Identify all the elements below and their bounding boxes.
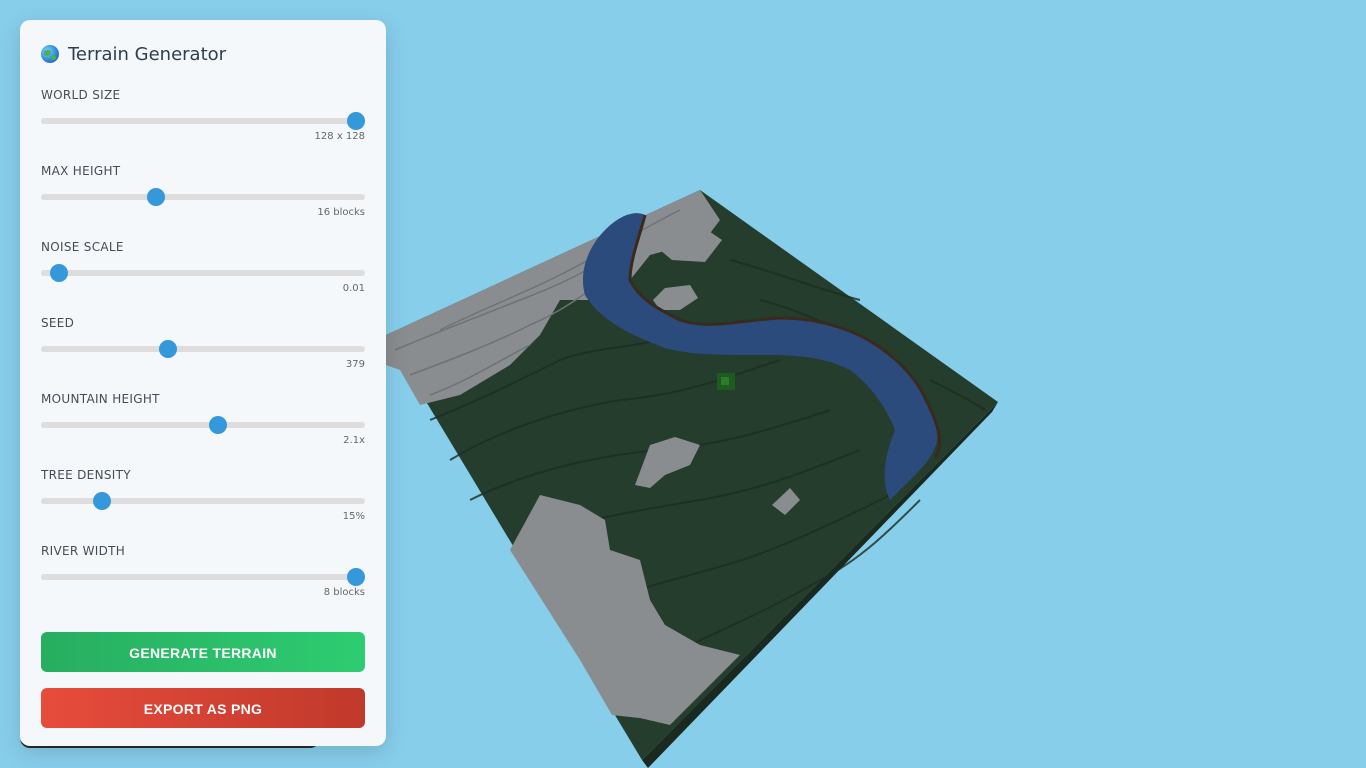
world-size-value: 128 x 128 [314,131,365,142]
seed-label: SEED [41,316,75,330]
globe-icon [41,45,59,63]
world-size-slider-thumb[interactable] [347,112,365,130]
panel-title: Terrain Generator [68,43,227,65]
seed-slider-thumb[interactable] [159,340,178,358]
max-height-label: MAX HEIGHT [41,164,121,178]
mountain-height-slider-thumb[interactable] [209,416,228,434]
noise-scale-label: NOISE SCALE [41,240,124,254]
terrain-tree-highlight [721,377,729,385]
export-png-button[interactable]: EXPORT AS PNG [41,688,365,728]
max-height-slider[interactable] [41,188,365,206]
seed-value: 379 [345,359,365,370]
controls-list: WORLD SIZE 128 x 128 MAX HEIGHT 16 blocks NO… [41,87,365,619]
tree-density-control: TREE DENSITY 15% [41,467,365,543]
world-size-label: WORLD SIZE [41,88,121,102]
mountain-height-slider[interactable] [41,416,365,434]
world-size-control: WORLD SIZE 128 x 128 [41,87,365,163]
max-height-value: 16 blocks [317,207,365,218]
noise-scale-slider-thumb[interactable] [50,264,69,282]
river-width-value: 8 blocks [323,587,365,598]
panel-header: Terrain Generator [41,42,365,66]
river-width-slider-thumb[interactable] [347,568,365,586]
seed-control: SEED 379 [41,315,365,391]
mountain-height-value: 2.1x [343,435,365,446]
seed-slider[interactable] [41,340,365,358]
noise-scale-slider[interactable] [41,264,365,282]
mountain-height-label: MOUNTAIN HEIGHT [41,392,160,406]
tree-density-label: TREE DENSITY [41,468,131,482]
noise-scale-value: 0.01 [342,283,365,294]
river-width-label: RIVER WIDTH [41,544,126,558]
river-width-control: RIVER WIDTH 8 blocks [41,543,365,619]
tree-density-slider[interactable] [41,492,365,510]
control-panel: Terrain Generator WORLD SIZE 128 x 128 MAX… [20,20,386,746]
river-width-slider[interactable] [41,568,365,586]
world-size-slider[interactable] [41,112,365,130]
generate-terrain-button[interactable]: GENERATE TERRAIN [41,632,365,672]
max-height-control: MAX HEIGHT 16 blocks [41,163,365,239]
noise-scale-control: NOISE SCALE 0.01 [41,239,365,315]
tree-density-slider-thumb[interactable] [93,492,112,510]
max-height-slider-thumb[interactable] [146,188,165,206]
mountain-height-control: MOUNTAIN HEIGHT 2.1x [41,391,365,467]
tree-density-value: 15% [342,511,365,522]
